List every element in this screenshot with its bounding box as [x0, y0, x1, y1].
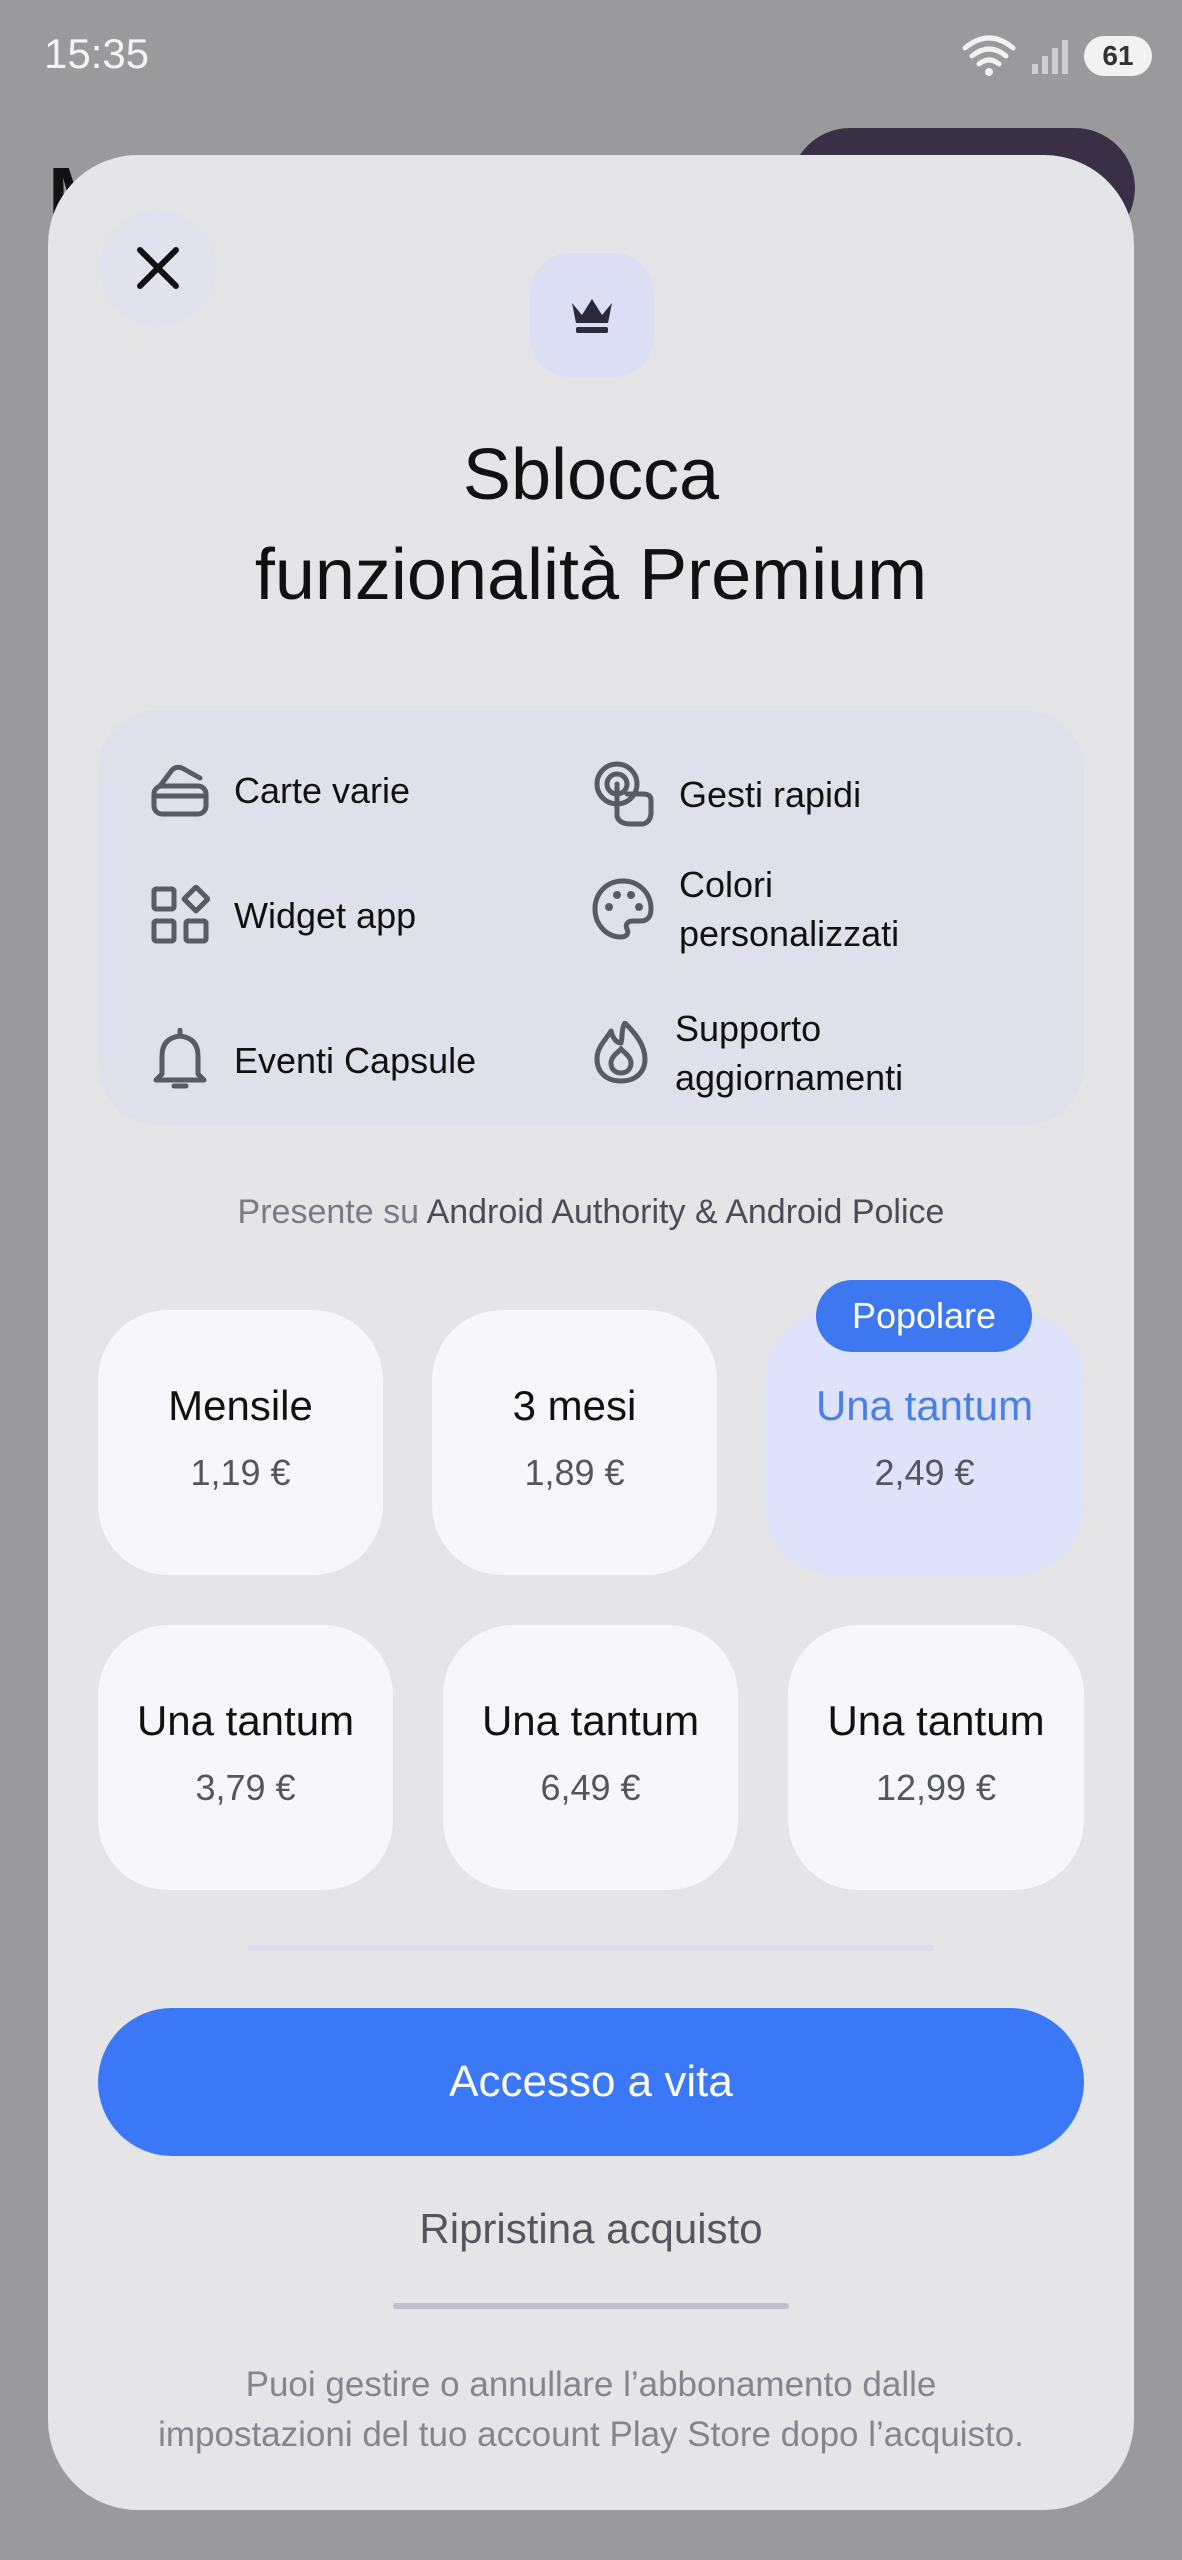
feature-item: Gesti rapidi: [591, 760, 861, 828]
gesture-tap-icon: [594, 761, 654, 827]
close-icon: [137, 247, 179, 289]
plan-price: 2,49 €: [874, 1452, 975, 1493]
scroll-divider: [248, 1945, 934, 1951]
feature-label: Eventi Capsule: [234, 1039, 477, 1081]
flame-icon: [594, 1021, 648, 1084]
plan-name: Una tantum: [481, 1697, 700, 1744]
widgets-icon: [151, 885, 210, 944]
headline-line-1: Sblocca: [462, 435, 720, 515]
features-panel: Carte varie Gesti rapidi Widget app Colo…: [98, 710, 1084, 1125]
status-icons: 61: [962, 32, 1152, 80]
status-time: 15:35: [44, 30, 150, 77]
plan-price: 1,19 €: [190, 1452, 291, 1493]
crown-icon: [572, 299, 612, 333]
plan-card-lifetime-3[interactable]: Una tantum 6,49 €: [443, 1625, 738, 1890]
palette-icon: [592, 878, 654, 940]
plan-name: Una tantum: [827, 1697, 1045, 1744]
close-button[interactable]: [100, 210, 216, 326]
feature-label: Carte varie: [234, 769, 411, 811]
plan-card-lifetime-4[interactable]: Una tantum 12,99 €: [788, 1625, 1084, 1890]
premium-badge: [530, 253, 654, 377]
battery-indicator: 61: [1084, 36, 1152, 76]
press-names: Android Authority & Android Police: [426, 1193, 945, 1231]
restore-underline: [393, 2303, 789, 2309]
page-title: Sblocca funzionalità Premium: [48, 425, 1134, 625]
plan-card-monthly[interactable]: Mensile 1,19 €: [98, 1310, 383, 1575]
popular-badge: Popolare: [816, 1280, 1032, 1352]
press-mentions: Presente su Android Authority & Android …: [48, 1193, 1134, 1232]
signal-icon: [1032, 40, 1068, 74]
plan-price: 12,99 €: [875, 1767, 997, 1808]
headline-line-2: funzionalità Premium: [254, 535, 928, 615]
feature-label: Widget app: [234, 894, 417, 936]
plan-card-lifetime-2[interactable]: Una tantum 3,79 €: [98, 1625, 393, 1890]
subscription-footnote: Puoi gestire o annullare l’abbonamento d…: [158, 2365, 1024, 2454]
feature-item: Supporto aggiornamenti: [591, 1004, 903, 1102]
plan-price: 1,89 €: [524, 1452, 625, 1493]
plan-price: 3,79 €: [195, 1767, 296, 1808]
feature-label: Colori personalizzati: [679, 864, 900, 954]
plan-price: 6,49 €: [540, 1767, 641, 1808]
feature-label: Supporto aggiornamenti: [675, 1008, 904, 1098]
feature-item: Widget app: [150, 885, 416, 945]
plan-name: 3 mesi: [512, 1382, 637, 1429]
restore-purchase-link[interactable]: Ripristina acquisto: [48, 2205, 1134, 2253]
plan-card-3-months[interactable]: 3 mesi 1,89 €: [432, 1310, 717, 1575]
feature-item: Carte varie: [150, 760, 410, 820]
plan-name: Mensile: [168, 1382, 313, 1429]
press-prefix: Presente su: [237, 1193, 427, 1231]
feature-item: Colori personalizzati: [591, 860, 899, 958]
cards-icon: [151, 764, 209, 817]
feature-label: Gesti rapidi: [679, 773, 862, 815]
status-bar: 15:35 61: [0, 0, 1182, 110]
wifi-icon: [962, 35, 1016, 76]
plan-name: Una tantum: [136, 1697, 355, 1744]
purchase-button[interactable]: Accesso a vita: [98, 2008, 1084, 2156]
bell-icon: [153, 1028, 207, 1089]
plan-name: Una tantum: [815, 1382, 1034, 1429]
premium-sheet: Sblocca funzionalità Premium Carte varie…: [48, 155, 1134, 2510]
feature-item: Eventi Capsule: [150, 1028, 476, 1092]
